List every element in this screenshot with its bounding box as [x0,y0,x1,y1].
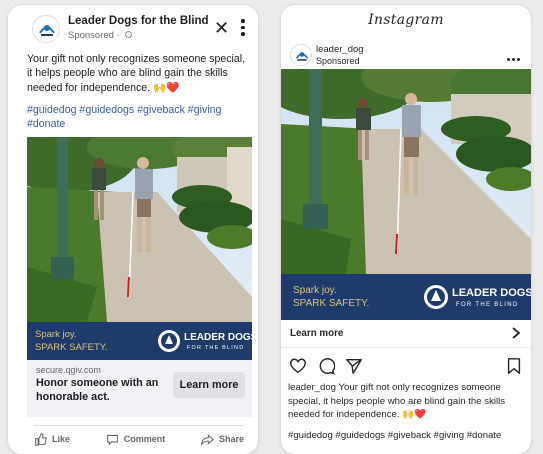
ad-image[interactable]: Spark joy. SPARK SAFETY. LEADER DOGS FOR… [27,137,252,360]
share-label: Share [218,434,244,444]
share-button[interactable]: Share [201,433,244,446]
globe-icon [125,31,133,38]
heart-icon[interactable] [289,357,307,375]
sponsored-label: Sponsored · [68,30,133,41]
logo-text-line1: LEADER DOGS [184,332,252,343]
post-text: Your gift not only recognizes someone sp… [27,53,246,94]
like-icon [35,432,47,446]
send-icon[interactable] [345,357,363,375]
banner-line2: SPARK SAFETY. [35,342,108,353]
link-headline[interactable]: Honor someone with an honorable act. [36,377,171,404]
learn-more-button[interactable]: Learn more [173,372,245,398]
banner-line1: Spark joy. [293,285,337,296]
leader-dogs-logo [424,285,448,309]
page-avatar[interactable] [32,15,60,43]
share-icon [201,433,214,446]
page-name[interactable]: Leader Dogs for the Blind [68,15,209,27]
post-hashtags[interactable]: #guidedog #guidedogs #giveback #giving #… [27,103,249,132]
more-options-icon[interactable] [240,17,246,39]
learn-more-bar[interactable]: Learn more [281,320,531,348]
comment-icon [106,434,118,446]
sponsored-label: Sponsored [316,56,360,66]
instagram-ad-card: Instagram leader_dog Sponsored Spark joy… [281,5,531,454]
ad-photo: Spark joy. SPARK SAFETY. LEADER DOGS FOR… [27,137,252,360]
instagram-logo: Instagram [368,12,444,28]
like-label: Like [52,434,71,444]
logo-text-line2: FOR THE BLIND [456,302,518,308]
comment-bubble-icon[interactable] [317,357,335,375]
like-button[interactable]: Like [34,432,71,446]
banner-line2: SPARK SAFETY. [293,298,369,309]
post-caption: leader_dog Your gift not only recognizes… [288,381,524,422]
caption-username[interactable]: leader_dog [288,382,336,393]
ig-post-header: leader_dog Sponsored [281,39,531,71]
post-hashtags[interactable]: #guidedog #guidedogs #giveback #giving #… [288,430,524,441]
account-username[interactable]: leader_dog [316,44,364,55]
leader-dogs-logo [158,330,180,352]
facebook-ad-card: Leader Dogs for the Blind Sponsored · ✕ … [8,5,258,454]
link-domain: secure.qgiv.com [36,365,101,375]
comment-label: Comment [123,434,166,444]
learn-more-link[interactable]: Learn more [290,328,343,339]
close-icon[interactable]: ✕ [214,19,229,37]
ad-photo: Spark joy. SPARK SAFETY. LEADER DOGS FOR… [281,69,531,320]
bookmark-icon[interactable] [505,357,523,375]
sponsored-text: Sponsored · [68,30,123,41]
divider [34,425,244,426]
banner-line1: Spark joy. [35,329,77,340]
link-preview[interactable]: secure.qgiv.com Honor someone with an ho… [27,360,252,417]
logo-text-line1: LEADER DOGS [452,287,531,299]
logo-text-line2: FOR THE BLIND [187,345,244,351]
action-icons-row [281,355,531,379]
fb-post-header: Leader Dogs for the Blind Sponsored · ✕ [26,13,246,45]
chevron-right-icon[interactable] [511,327,521,339]
comment-button[interactable]: Comment [106,433,166,446]
reaction-bar: Like Comment Share [34,429,244,449]
more-options-icon[interactable] [507,48,523,61]
instagram-top-bar: Instagram [281,5,531,35]
account-avatar[interactable] [290,44,312,66]
ad-image[interactable]: Spark joy. SPARK SAFETY. LEADER DOGS FOR… [281,69,531,320]
